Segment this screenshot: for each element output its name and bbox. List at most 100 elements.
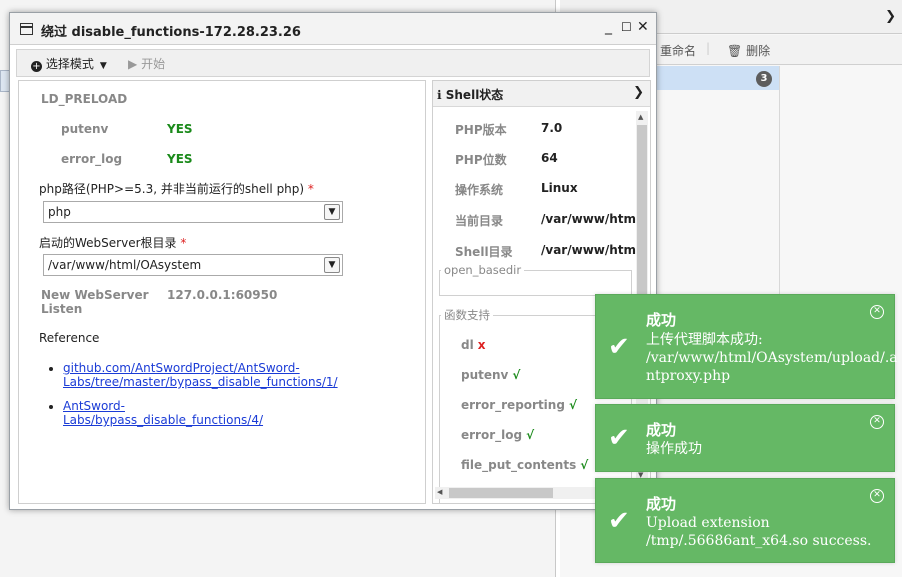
- chevron-right-icon[interactable]: ❯: [885, 9, 896, 24]
- listen-label: New WebServer Listen: [41, 288, 149, 316]
- chevron-down-icon[interactable]: ▼: [324, 257, 340, 273]
- maximize-icon[interactable]: ☐: [621, 20, 632, 34]
- webroot-label-text: 启动的WebServer根目录: [39, 236, 177, 250]
- window-icon: [20, 23, 33, 35]
- status-key: PHP版本: [455, 123, 507, 137]
- success-toast: ✔ ✕ 成功 操作成功: [595, 404, 895, 472]
- function-row: file_put_contents √: [461, 458, 588, 472]
- close-icon[interactable]: ✕: [870, 415, 884, 429]
- php-path-value: php: [48, 205, 71, 219]
- required-mark: *: [180, 236, 187, 250]
- plus-circle-icon: +: [31, 61, 42, 72]
- function-name: file_put_contents: [461, 458, 577, 472]
- supported-mark: √: [526, 428, 535, 442]
- success-toast: ✔ ✕ 成功 Upload extension /tmp/.56686ant_x…: [595, 478, 895, 563]
- check-row: error_log YES: [61, 152, 261, 168]
- reference-link[interactable]: AntSword-Labs/bypass_disable_functions/4…: [63, 399, 263, 427]
- close-icon[interactable]: ✕: [637, 19, 649, 35]
- check-value: YES: [167, 122, 193, 136]
- check-row: putenv YES: [61, 122, 261, 138]
- column-divider: [779, 66, 780, 306]
- chevron-right-icon[interactable]: ❯: [633, 85, 644, 100]
- php-path-select[interactable]: php ▼: [43, 201, 343, 223]
- list-item: github.com/AntSwordProject/AntSword-Labs…: [63, 361, 338, 389]
- select-mode-label: 选择模式: [45, 57, 94, 71]
- open-basedir-box: [439, 270, 632, 296]
- function-name: error_log: [461, 428, 523, 442]
- delete-label: 删除: [746, 44, 771, 58]
- list-item: AntSword-Labs/bypass_disable_functions/4…: [63, 399, 323, 427]
- toast-title: 成功: [646, 311, 677, 329]
- shell-status-title-text: Shell状态: [445, 88, 504, 102]
- function-row: putenv √: [461, 368, 520, 382]
- webroot-value: /var/www/html/OAsystem: [48, 258, 202, 272]
- function-row: dl x: [461, 338, 485, 352]
- shell-status-header[interactable]: ℹ Shell状态 ❯: [433, 81, 650, 107]
- toast-title: 成功: [646, 421, 677, 439]
- shell-status-title: ℹ Shell状态: [437, 86, 503, 103]
- check-icon: ✔: [608, 423, 630, 453]
- reference-list: github.com/AntSwordProject/AntSword-Labs…: [63, 361, 338, 437]
- status-value: 64: [541, 151, 558, 165]
- function-name: dl: [461, 338, 474, 352]
- scroll-up-icon[interactable]: ▲: [638, 113, 643, 121]
- trash-icon: 🗑: [727, 44, 743, 58]
- delete-button[interactable]: 🗑 删除: [727, 42, 770, 59]
- status-value: /var/www/html: [541, 243, 641, 257]
- bypass-dialog: 绕过 disable_functions-172.28.23.26 _ ☐ ✕ …: [9, 12, 657, 510]
- function-name: error_reporting: [461, 398, 565, 412]
- caret-down-icon: ▼: [99, 61, 107, 71]
- scroll-left-icon[interactable]: ◀: [437, 488, 442, 496]
- close-icon[interactable]: ✕: [870, 489, 884, 503]
- toast-message: Upload extension /tmp/.56686ant_x64.so s…: [646, 515, 872, 549]
- supported-mark: √: [512, 368, 521, 382]
- required-mark: *: [307, 182, 314, 196]
- status-value: Linux: [541, 181, 578, 195]
- toolbar-divider: |: [706, 41, 711, 55]
- reference-label: Reference: [39, 331, 100, 345]
- php-path-label: php路径(PHP>=5.3, 并非当前运行的shell php) *: [39, 180, 314, 197]
- listen-value: 127.0.0.1:60950: [167, 288, 278, 302]
- select-mode-button[interactable]: + 选择模式 ▼: [31, 55, 107, 72]
- mode-heading: LD_PRELOAD: [41, 92, 128, 106]
- check-key: error_log: [61, 152, 123, 166]
- function-row: error_log √: [461, 428, 534, 442]
- scrollbar-thumb[interactable]: [637, 125, 647, 300]
- toast-title: 成功: [646, 495, 677, 513]
- dialog-title: 绕过 disable_functions-172.28.23.26: [41, 25, 301, 40]
- check-icon: ✔: [608, 505, 630, 536]
- supported-mark: √: [568, 398, 577, 412]
- rename-button[interactable]: 重命名: [660, 42, 696, 59]
- toast-message: 上传代理脚本成功: /var/www/html/OAsystem/upload/…: [646, 332, 898, 384]
- check-key: putenv: [61, 122, 109, 136]
- status-key: Shell目录: [455, 245, 513, 259]
- check-value: YES: [167, 152, 193, 166]
- unsupported-mark: x: [477, 338, 486, 352]
- bypass-form: LD_PRELOAD putenv YES error_log YES php路…: [18, 80, 426, 504]
- status-key: 操作系统: [455, 183, 504, 197]
- supported-mark: √: [580, 458, 589, 472]
- php-path-label-text: php路径(PHP>=5.3, 并非当前运行的shell php): [39, 182, 305, 196]
- webroot-label: 启动的WebServer根目录 *: [39, 234, 186, 251]
- chevron-down-icon[interactable]: ▼: [324, 204, 340, 220]
- function-name: putenv: [461, 368, 509, 382]
- count-badge: 3: [756, 71, 772, 87]
- status-key: 当前目录: [455, 214, 504, 228]
- reference-link[interactable]: github.com/AntSwordProject/AntSword-Labs…: [63, 361, 338, 389]
- function-row: error_reporting √: [461, 398, 577, 412]
- close-icon[interactable]: ✕: [870, 305, 884, 319]
- dialog-titlebar[interactable]: 绕过 disable_functions-172.28.23.26 _ ☐ ✕: [10, 13, 656, 45]
- status-key: PHP位数: [455, 153, 507, 167]
- success-toast: ✔ ✕ 成功 上传代理脚本成功: /var/www/html/OAsystem/…: [595, 294, 898, 399]
- status-value: 7.0: [541, 121, 563, 135]
- info-icon: ℹ: [437, 88, 442, 102]
- start-button[interactable]: ▶ 开始: [128, 55, 165, 72]
- check-icon: ✔: [608, 331, 630, 362]
- minimize-icon[interactable]: _: [605, 19, 612, 35]
- dialog-toolbar: + 选择模式 ▼ ▶ 开始: [16, 49, 650, 77]
- toast-message: 操作成功: [646, 441, 702, 457]
- play-icon: ▶: [128, 57, 138, 71]
- start-label: 开始: [141, 57, 166, 71]
- webroot-select[interactable]: /var/www/html/OAsystem ▼: [43, 254, 343, 276]
- scrollbar-thumb[interactable]: [449, 488, 553, 498]
